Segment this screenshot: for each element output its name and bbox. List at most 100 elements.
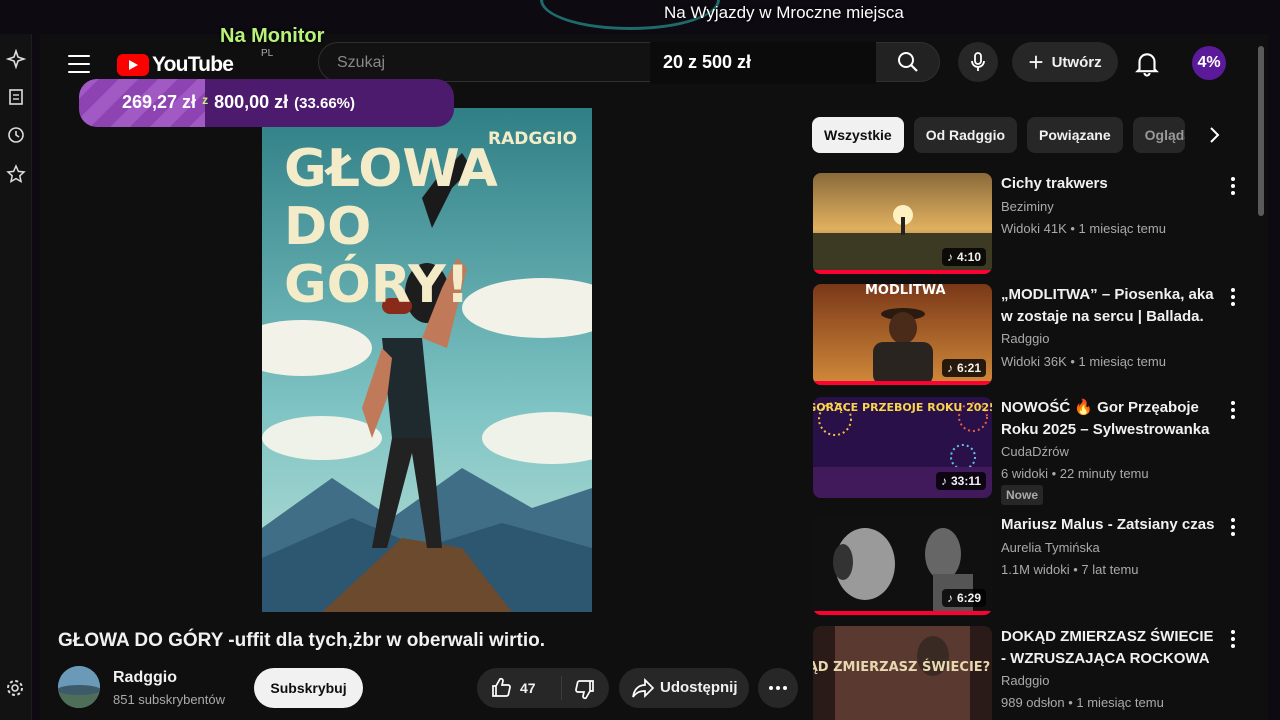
- more-options-icon[interactable]: [1231, 177, 1235, 195]
- subscribe-button[interactable]: Subskrybuj: [254, 668, 363, 708]
- watch-progress: [813, 381, 992, 385]
- like-icon[interactable]: [489, 676, 513, 700]
- share-icon: [632, 677, 655, 699]
- recommendation-channel[interactable]: CudaDźrów: [1001, 444, 1069, 459]
- side-toolbar: [0, 34, 32, 720]
- stream-overlay-headline: Na Wyjazdy w Mroczne miejsca: [664, 3, 904, 22]
- chip-from-channel[interactable]: Od Radggio: [913, 117, 1018, 153]
- duration: 6:21: [956, 361, 981, 375]
- recommendation-item[interactable]: DOKĄD ZMIERZASZ ŚWIECIE? DOKĄD ZMIERZASZ…: [813, 626, 1235, 720]
- recommendation-thumbnail[interactable]: ♪ 4:10: [813, 173, 992, 274]
- channel-avatar[interactable]: [58, 666, 100, 708]
- recommendation-channel[interactable]: Radggio: [1001, 673, 1049, 688]
- country-code: PL: [261, 48, 274, 59]
- recommendation-title[interactable]: Mariusz Malus - Zatsiany czas: [1001, 514, 1215, 536]
- chip-related[interactable]: Powiązane: [1027, 117, 1123, 153]
- recommendation-title[interactable]: Cichy trakwers: [1001, 173, 1215, 195]
- goal-percent: (33.66%): [294, 95, 355, 112]
- watch-progress: [813, 270, 992, 274]
- search-icon: [898, 52, 918, 72]
- youtube-app: YouTube PL Szukaj + Utwórz 4% GŁOWA DO G…: [40, 34, 1268, 720]
- search-button[interactable]: [874, 42, 940, 82]
- recommendation-item[interactable]: ♪ 6:29 Mariusz Malus - Zatsiany czas Aure…: [813, 514, 1235, 624]
- recommendation-title[interactable]: DOKĄD ZMIERZASZ ŚWIECIE - WZRUSZAJĄCA RO…: [1001, 626, 1215, 670]
- recommendation-channel[interactable]: Aurelia Tymińska: [1001, 540, 1100, 555]
- create-button[interactable]: + Utwórz: [1012, 42, 1118, 82]
- clock-icon[interactable]: [6, 125, 26, 145]
- poster-title-line-3: GÓRY!: [284, 253, 469, 315]
- recommendation-meta: Widoki 36K • 1 miesiąc temu: [1001, 354, 1166, 369]
- recommendation-title[interactable]: „MODLITWA” – Piosenka, aka w zostaje na …: [1001, 284, 1215, 328]
- chip-all[interactable]: Wszystkie: [812, 117, 904, 153]
- plus-icon: +: [1028, 47, 1044, 77]
- duration-badge: ♪ 6:21: [941, 359, 986, 377]
- recommendation-item[interactable]: GORĄCE PRZEBOJE ROKU 2025 ♪ 33:11 NOWOŚĆ …: [813, 397, 1235, 509]
- voice-search-button[interactable]: [958, 42, 998, 82]
- music-note-icon: ♪: [946, 591, 953, 605]
- star-icon[interactable]: [6, 164, 26, 184]
- recommendation-channel[interactable]: Radggio: [1001, 331, 1049, 346]
- gear-icon[interactable]: [5, 678, 25, 698]
- recommendation-title[interactable]: NOWOŚĆ 🔥 Gor Przęaboje Roku 2025 – Sylwe…: [1001, 397, 1215, 441]
- channel-name[interactable]: Radggio: [113, 669, 177, 687]
- microphone-icon: [971, 52, 985, 71]
- duration: 4:10: [956, 250, 981, 264]
- recommendation-thumbnail[interactable]: DOKĄD ZMIERZASZ ŚWIECIE?: [813, 626, 992, 720]
- menu-icon[interactable]: [68, 55, 90, 73]
- stream-overlay-label: Na Monitor: [220, 25, 325, 47]
- more-options-icon[interactable]: [1231, 288, 1235, 306]
- sparkle-icon[interactable]: [6, 49, 26, 69]
- youtube-logo[interactable]: YouTube PL: [117, 48, 273, 77]
- create-label: Utwórz: [1051, 53, 1102, 71]
- watch-progress: [813, 611, 992, 615]
- share-label: Udostępnij: [660, 679, 738, 696]
- recommendation-meta: 6 widoki • 22 minuty temu: [1001, 466, 1149, 481]
- more-actions-button[interactable]: [758, 668, 798, 708]
- poster-title-line-2: DO: [284, 197, 371, 257]
- recommendation-thumbnail[interactable]: ♪ 6:29: [813, 514, 992, 615]
- duration: 33:11: [950, 474, 981, 488]
- subscriber-count: 851 subskrybentów: [113, 692, 226, 707]
- search-placeholder: Szukaj: [337, 54, 386, 71]
- dislike-icon[interactable]: [573, 677, 597, 701]
- logo-text: YouTube: [152, 53, 234, 76]
- recommendation-item[interactable]: ♪ 4:10 Cichy trakwers Beziminy Widoki 41K…: [813, 173, 1235, 283]
- recommendation-meta: 989 odsłon • 1 miesiąc temu: [1001, 695, 1164, 710]
- recommendation-thumbnail[interactable]: GORĄCE PRZEBOJE ROKU 2025 ♪ 33:11: [813, 397, 992, 498]
- duration-badge: ♪ 6:29: [941, 589, 986, 607]
- chevron-right-icon[interactable]: [1204, 125, 1224, 145]
- thumbnail-text: MODLITWA: [865, 284, 946, 298]
- counter-text: 20 z 500 zł: [663, 52, 752, 72]
- divider: [561, 676, 562, 700]
- recommendation-meta: Widoki 41K • 1 miesiąc temu: [1001, 221, 1166, 236]
- account-avatar[interactable]: 4%: [1192, 46, 1226, 80]
- chip-watched[interactable]: Oglądane: [1132, 117, 1185, 153]
- music-note-icon: ♪: [940, 474, 947, 488]
- donation-goal-text: 269,27 zł z 800,00 zł (33.66%): [122, 92, 355, 113]
- duration: 6:29: [956, 591, 981, 605]
- document-icon[interactable]: [6, 87, 26, 107]
- channel-avatar-image: [58, 666, 100, 708]
- more-options-icon[interactable]: [1231, 401, 1235, 419]
- duration-badge: ♪ 4:10: [941, 248, 986, 266]
- recommendation-item[interactable]: MODLITWA ♪ 6:21 „MODLITWA” – Piosenka, ak…: [813, 284, 1235, 394]
- goal-current: 269,27 zł: [122, 92, 197, 112]
- thumbnail-text: DOKĄD ZMIERZASZ ŚWIECIE?: [813, 659, 990, 675]
- goal-separator: z: [202, 93, 209, 107]
- video-player[interactable]: GŁOWA DO GÓRY! RADGGIO: [262, 108, 592, 612]
- scrollbar[interactable]: [1258, 46, 1264, 216]
- new-badge: Nowe: [1001, 485, 1044, 505]
- stream-overlay-counter: 20 z 500 zł: [650, 42, 876, 84]
- more-options-icon[interactable]: [1231, 518, 1235, 536]
- recommendation-thumbnail[interactable]: MODLITWA ♪ 6:21: [813, 284, 992, 385]
- music-note-icon: ♪: [946, 361, 953, 375]
- recommendation-channel[interactable]: Beziminy: [1001, 199, 1054, 214]
- notifications-bell-icon[interactable]: [1132, 48, 1162, 78]
- thumbnail-text: GORĄCE PRZEBOJE ROKU 2025: [813, 401, 992, 414]
- more-options-icon[interactable]: [1231, 630, 1235, 648]
- duration-badge: ♪ 33:11: [935, 472, 986, 490]
- thumbnail-image: DOKĄD ZMIERZASZ ŚWIECIE?: [813, 626, 992, 720]
- share-button[interactable]: Udostępnij: [619, 668, 749, 708]
- music-note-icon: ♪: [946, 250, 953, 264]
- poster-title-line-1: GŁOWA: [284, 139, 498, 199]
